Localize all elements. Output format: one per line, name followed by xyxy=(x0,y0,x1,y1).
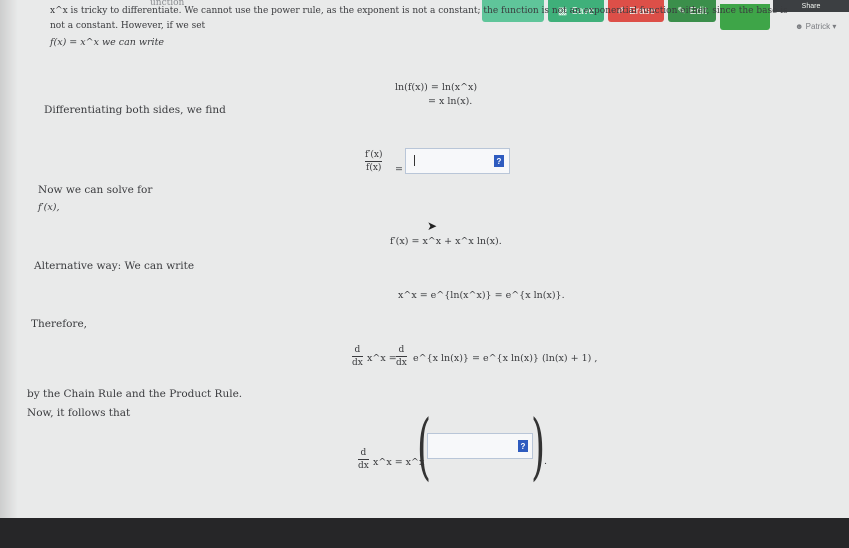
user-name: Patrick xyxy=(805,22,831,31)
help-button-2[interactable]: ? xyxy=(518,440,528,452)
d-symbol: d xyxy=(398,345,405,355)
equation-part-2: e^{x ln(x)} = e^{x ln(x)} (ln(x) + 1) , xyxy=(413,353,598,364)
d-symbol: d xyxy=(354,345,361,355)
share-label: Share xyxy=(801,2,821,10)
therefore-text: Therefore, xyxy=(31,318,87,330)
equation-fprime-result: f′(x) = x^x + x^x ln(x). xyxy=(390,236,502,247)
derivative-operator-1: d dx xyxy=(352,345,363,368)
user-icon: ☻ xyxy=(795,22,804,31)
follows-text: Now, it follows that xyxy=(27,407,131,419)
right-paren: ) xyxy=(531,404,546,488)
alternative-text: Alternative way: We can write xyxy=(34,260,195,272)
intro-line-3: f(x) = x^x we can write xyxy=(50,37,165,48)
text-cursor xyxy=(414,155,415,166)
dx-symbol: dx xyxy=(358,461,369,471)
user-menu[interactable]: ☻ Patrick ▾ xyxy=(795,22,836,31)
equation-ln-line2: = x ln(x). xyxy=(428,96,473,107)
fraction-denominator: f(x) xyxy=(366,163,382,173)
fraction-fprime-over-f: f′(x) f(x) xyxy=(365,150,383,173)
left-shade xyxy=(0,0,18,548)
mouse-pointer-icon: ➤ xyxy=(427,219,438,233)
solve-text-fprime: f′(x), xyxy=(38,202,60,213)
help-button-1[interactable]: ? xyxy=(494,155,504,167)
chain-rule-text: by the Chain Rule and the Product Rule. xyxy=(27,388,243,400)
screen-bezel xyxy=(0,518,849,548)
answer-input-1[interactable]: ? xyxy=(405,148,510,174)
dx-symbol: dx xyxy=(352,358,363,368)
dx-symbol: dx xyxy=(396,358,407,368)
solve-text: Now we can solve for xyxy=(38,184,153,196)
equation-exponential-form: x^x = e^{ln(x^x)} = e^{x ln(x)}. xyxy=(398,290,565,301)
equation-ln-line1: ln(f(x)) = ln(x^x) xyxy=(395,82,478,93)
differentiating-text: Differentiating both sides, we find xyxy=(44,104,226,116)
fraction-numerator: f′(x) xyxy=(365,150,383,160)
intro-line-2: not a constant. However, if we set xyxy=(50,21,206,31)
derivative-operator-3: d dx xyxy=(358,448,369,471)
answer-input-2[interactable]: ? xyxy=(427,433,533,459)
final-period: . xyxy=(544,456,548,467)
equation-part-1: x^x = xyxy=(367,353,397,364)
d-symbol: d xyxy=(360,448,367,458)
intro-line-1: x^x is tricky to differentiate. We canno… xyxy=(50,6,788,16)
equals-sign: = xyxy=(395,164,403,175)
derivative-operator-2: d dx xyxy=(396,345,407,368)
